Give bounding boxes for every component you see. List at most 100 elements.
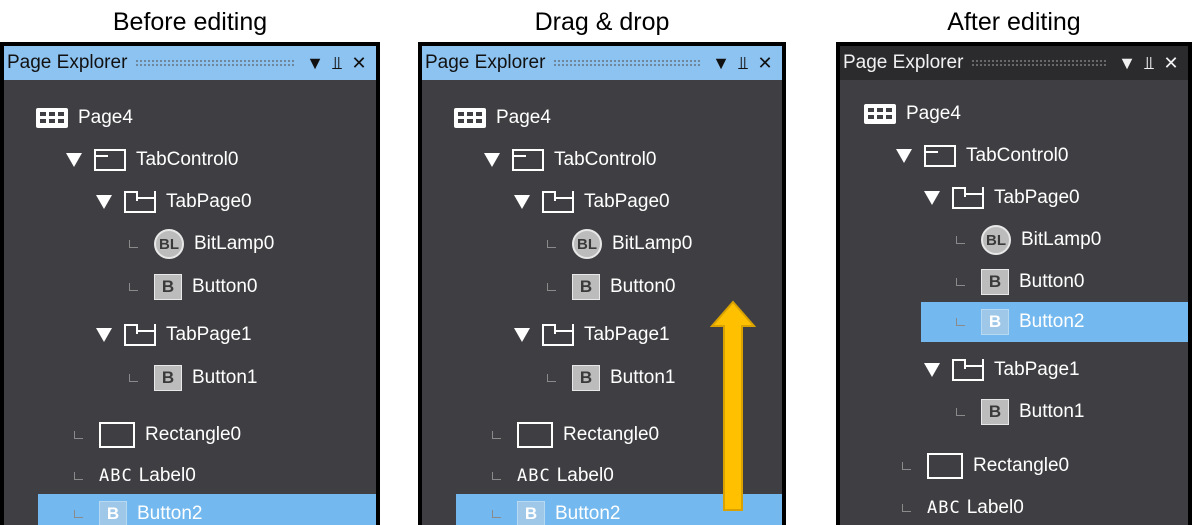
drag-grip[interactable] (553, 59, 700, 67)
expand-triangle-icon[interactable] (514, 328, 530, 342)
tab-page-icon (124, 191, 156, 213)
expand-triangle-icon[interactable] (924, 191, 940, 205)
chevron-down-icon[interactable]: ▼ (304, 53, 326, 74)
expand-triangle-icon[interactable] (66, 153, 82, 167)
tree-item-tabcontrol0[interactable]: TabControl0 (840, 136, 1188, 176)
tree-item-bitlamp0[interactable]: BL BitLamp0 (422, 224, 782, 264)
chevron-down-icon[interactable]: ▼ (710, 53, 732, 74)
panel-titlebar[interactable]: Page Explorer ▼ ⫫ ✕ (840, 46, 1188, 80)
tree-item-bitlamp0[interactable]: BL BitLamp0 (840, 220, 1188, 260)
tree-connector (902, 462, 911, 470)
drag-grip[interactable] (135, 59, 294, 67)
tree-item-tabpage0[interactable]: TabPage0 (840, 178, 1188, 218)
close-icon[interactable]: ✕ (754, 53, 776, 74)
tab-control-icon (94, 149, 126, 171)
tree-item-bitlamp0[interactable]: BL BitLamp0 (4, 224, 376, 264)
tree-item-button2[interactable]: B Button2 (921, 302, 1188, 342)
pin-icon[interactable]: ⫫ (732, 53, 754, 74)
tree-item-tabpage0[interactable]: TabPage0 (4, 182, 376, 222)
tree-connector (902, 504, 911, 512)
drag-arrow-up-icon (710, 300, 756, 511)
tree-item-button0[interactable]: B Button0 (4, 267, 376, 307)
pin-icon[interactable]: ⫫ (1138, 53, 1160, 74)
tree-connector (492, 510, 501, 518)
chevron-down-icon[interactable]: ▼ (1116, 53, 1138, 74)
caption-before: Before editing (112, 8, 268, 36)
tree-item-label: BitLamp0 (612, 233, 693, 254)
tree-item-label: Button2 (1019, 311, 1085, 332)
tree-item-page4[interactable]: Page4 (4, 98, 376, 138)
tree-item-tabpage1[interactable]: TabPage1 (840, 350, 1188, 390)
tree-item-rectangle0[interactable]: Rectangle0 (840, 446, 1188, 486)
panel-titlebar[interactable]: Page Explorer ▼ ⫫ ✕ (4, 46, 376, 80)
button-icon: B (154, 274, 182, 300)
tree-item-label: TabPage0 (584, 191, 670, 212)
tree-item-label: Button2 (137, 503, 203, 524)
tree-item-label: Button1 (610, 367, 676, 388)
tree-item-tabpage0[interactable]: TabPage0 (422, 182, 782, 222)
page-icon (36, 108, 68, 128)
button-icon: B (572, 365, 600, 391)
tree-item-label: TabPage1 (994, 359, 1080, 380)
label-icon: ABC (517, 466, 551, 486)
button-icon: B (154, 365, 182, 391)
page-icon (454, 108, 486, 128)
tab-control-icon (924, 145, 956, 167)
tree-connector (956, 318, 965, 326)
tree-connector (129, 283, 138, 291)
expand-triangle-icon[interactable] (896, 149, 912, 163)
button-icon: B (981, 399, 1009, 425)
tree-item-page4[interactable]: Page4 (422, 98, 782, 138)
close-icon[interactable]: ✕ (1160, 53, 1182, 74)
tree-connector (547, 240, 556, 248)
tree-item-label: TabPage0 (166, 191, 252, 212)
tab-page-icon (124, 324, 156, 346)
expand-triangle-icon[interactable] (96, 195, 112, 209)
expand-triangle-icon[interactable] (514, 195, 530, 209)
tree-item-label0[interactable]: ABC Label0 (840, 488, 1188, 525)
tree-item-button0[interactable]: B Button0 (840, 262, 1188, 302)
tree-item-label0[interactable]: ABC Label0 (4, 456, 376, 496)
panel-title: Page Explorer (843, 52, 964, 73)
tree-item-label: Label0 (138, 465, 196, 486)
tree-item-page4[interactable]: Page4 (840, 94, 1188, 134)
tree-item-label: Button0 (1019, 271, 1085, 292)
tree-item-label: Label0 (556, 465, 614, 486)
close-icon[interactable]: ✕ (348, 53, 370, 74)
tree-connector (956, 278, 965, 286)
tree-item-rectangle0[interactable]: Rectangle0 (4, 415, 376, 455)
page-explorer-panel-after: Page Explorer ▼ ⫫ ✕ Page4 TabControl0 Ta… (836, 42, 1192, 525)
tab-page-icon (542, 324, 574, 346)
tree-item-tabcontrol0[interactable]: TabControl0 (422, 140, 782, 180)
tab-control-icon (512, 149, 544, 171)
tree-item-label: Page4 (78, 107, 133, 128)
tree-item-tabpage1[interactable]: TabPage1 (4, 315, 376, 355)
tree-connector (956, 408, 965, 416)
caption-drag-drop: Drag & drop (534, 8, 670, 36)
bit-lamp-icon: BL (572, 229, 602, 259)
tree-item-button1[interactable]: B Button1 (840, 392, 1188, 432)
panel-title: Page Explorer (7, 52, 128, 73)
pin-icon[interactable]: ⫫ (326, 53, 348, 74)
tree-item-label: Button2 (555, 503, 621, 524)
tree-item-label: BitLamp0 (194, 233, 275, 254)
tree-item-button1[interactable]: B Button1 (4, 358, 376, 398)
tree-item-label: Button1 (1019, 401, 1085, 422)
tree-item-button2[interactable]: B Button2 (38, 494, 376, 525)
tree-item-label: Page4 (906, 103, 961, 124)
panel-titlebar[interactable]: Page Explorer ▼ ⫫ ✕ (422, 46, 782, 80)
expand-triangle-icon[interactable] (484, 153, 500, 167)
tree-item-label: TabPage1 (584, 324, 670, 345)
tree-connector (492, 431, 501, 439)
drag-grip[interactable] (971, 59, 1106, 67)
expand-triangle-icon[interactable] (924, 363, 940, 377)
tab-page-icon (952, 359, 984, 381)
button-icon: B (981, 309, 1009, 335)
tree-connector (74, 431, 83, 439)
tree-connector (129, 374, 138, 382)
tree-item-label: Label0 (966, 497, 1024, 518)
expand-triangle-icon[interactable] (96, 328, 112, 342)
tree-item-tabcontrol0[interactable]: TabControl0 (4, 140, 376, 180)
tree-item-label: TabControl0 (136, 149, 239, 170)
tree-item-label: Page4 (496, 107, 551, 128)
